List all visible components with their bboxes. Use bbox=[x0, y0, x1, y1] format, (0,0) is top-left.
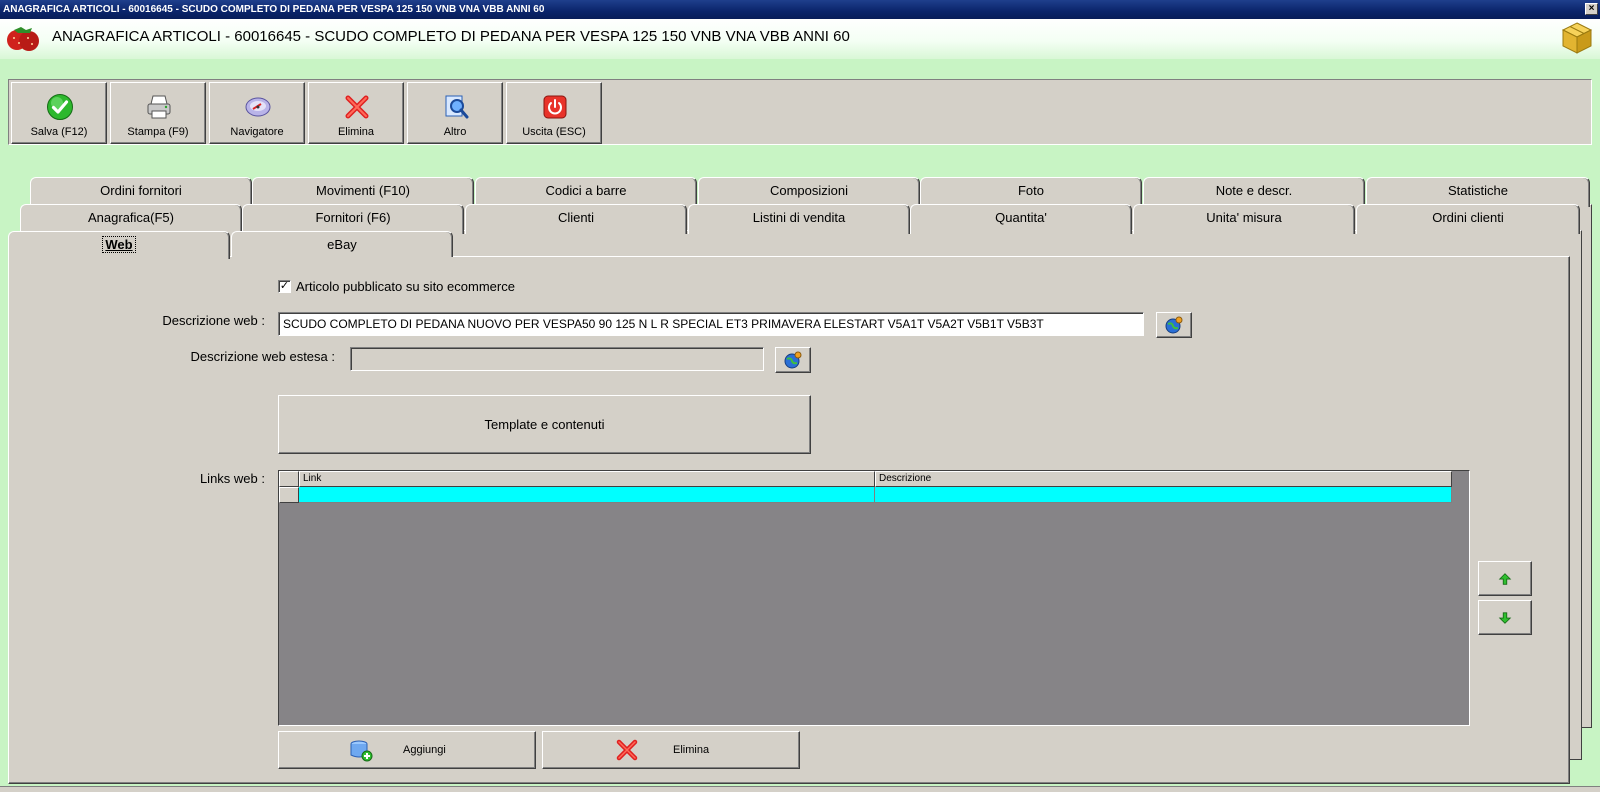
navigator-icon bbox=[245, 97, 271, 117]
save-button[interactable]: Salva (F12) bbox=[11, 82, 107, 144]
other-button-label: Altro bbox=[443, 126, 467, 138]
descr-web-ext-field[interactable] bbox=[350, 347, 764, 371]
tab-label: Listini di vendita bbox=[752, 210, 846, 225]
tab-label: Ordini clienti bbox=[1432, 210, 1504, 225]
descr-web-field[interactable]: SCUDO COMPLETO DI PEDANA NUOVO PER VESPA… bbox=[278, 312, 1144, 336]
tab-movimenti[interactable]: Movimenti (F10) bbox=[252, 177, 474, 207]
check-icon bbox=[47, 94, 73, 120]
tab-ordini-clienti[interactable]: Ordini clienti bbox=[1356, 204, 1580, 234]
tab-foto[interactable]: Foto bbox=[920, 177, 1142, 207]
window-titlebar: ANAGRAFICA ARTICOLI - 60016645 - SCUDO C… bbox=[0, 0, 1600, 19]
links-web-label: Links web : bbox=[199, 471, 265, 486]
published-checkbox[interactable]: ✓ bbox=[278, 280, 291, 293]
grid-cell-link[interactable] bbox=[299, 487, 875, 503]
tab-composizioni[interactable]: Composizioni bbox=[698, 177, 920, 207]
globe-icon bbox=[1165, 316, 1183, 334]
tab-label: Foto bbox=[1017, 183, 1044, 198]
tab-label: Note e descr. bbox=[1215, 183, 1293, 198]
tab-unita-misura[interactable]: Unita' misura bbox=[1133, 204, 1355, 234]
globe-icon bbox=[784, 351, 802, 369]
arrow-down-icon bbox=[1498, 612, 1512, 624]
published-label: Articolo pubblicato su sito ecommerce bbox=[296, 279, 515, 294]
tab-note-e-descr[interactable]: Note e descr. bbox=[1143, 177, 1365, 207]
tab-clienti[interactable]: Clienti bbox=[465, 204, 687, 234]
delete-button-label: Elimina bbox=[337, 126, 375, 138]
tab-listini-di-vendita[interactable]: Listini di vendita bbox=[688, 204, 910, 234]
tab-label: eBay bbox=[327, 237, 357, 252]
page-title: ANAGRAFICA ARTICOLI - 60016645 - SCUDO C… bbox=[52, 28, 850, 45]
tab-label: Web bbox=[102, 236, 136, 253]
tab-label: Fornitori (F6) bbox=[315, 210, 391, 225]
close-icon[interactable]: × bbox=[1585, 3, 1598, 15]
descr-web-label: Descrizione web : bbox=[162, 313, 265, 328]
package-cube-icon[interactable] bbox=[1560, 21, 1594, 55]
strawberry-logo-icon bbox=[7, 27, 39, 51]
tab-ebay[interactable]: eBay bbox=[231, 231, 453, 257]
search-doc-icon bbox=[445, 95, 469, 119]
tab-web[interactable]: Web bbox=[8, 231, 230, 259]
print-button-label: Stampa (F9) bbox=[127, 126, 189, 138]
exit-button[interactable]: Uscita (ESC) bbox=[506, 82, 602, 144]
delete-link-button[interactable]: Elimina bbox=[542, 731, 800, 769]
delete-x-icon bbox=[345, 95, 369, 119]
tab-label: Quantita' bbox=[995, 210, 1047, 225]
save-button-label: Salva (F12) bbox=[30, 126, 88, 138]
exit-button-label: Uscita (ESC) bbox=[522, 126, 586, 138]
tab-label: Statistiche bbox=[1448, 183, 1508, 198]
tab-label: Movimenti (F10) bbox=[316, 183, 410, 198]
grid-cell-descrizione[interactable] bbox=[875, 487, 1452, 503]
links-web-grid[interactable]: Link Descrizione bbox=[278, 470, 1470, 726]
tab-quantita[interactable]: Quantita' bbox=[910, 204, 1132, 234]
delete-button[interactable]: Elimina bbox=[308, 82, 404, 144]
tab-label: Codici a barre bbox=[545, 183, 627, 198]
tab-codici-a-barre[interactable]: Codici a barre bbox=[475, 177, 697, 207]
tab-fornitori[interactable]: Fornitori (F6) bbox=[242, 204, 464, 234]
power-icon bbox=[543, 95, 567, 119]
other-button[interactable]: Altro bbox=[407, 82, 503, 144]
descr-web-ext-globe-button[interactable] bbox=[775, 347, 811, 373]
tab-anagrafica[interactable]: Anagrafica(F5) bbox=[20, 204, 242, 234]
tab-label: Clienti bbox=[557, 210, 595, 225]
toolbar: Salva (F12) Stampa (F9) Navigatore Elimi… bbox=[8, 79, 1592, 145]
template-contents-button[interactable]: Template e contenuti bbox=[278, 395, 811, 454]
window-title-text: ANAGRAFICA ARTICOLI - 60016645 - SCUDO C… bbox=[3, 4, 545, 15]
tab-statistiche[interactable]: Statistiche bbox=[1366, 177, 1590, 207]
arrow-up-icon bbox=[1498, 573, 1512, 585]
status-bar bbox=[0, 786, 1600, 792]
form-header: ANAGRAFICA ARTICOLI - 60016645 - SCUDO C… bbox=[0, 19, 1600, 59]
delete-x-icon bbox=[616, 739, 638, 761]
grid-header-link[interactable]: Link bbox=[299, 471, 875, 487]
grid-header-descrizione[interactable]: Descrizione bbox=[875, 471, 1452, 487]
delete-link-label: Elimina bbox=[673, 744, 710, 756]
grid-corner-header bbox=[279, 471, 299, 487]
descr-web-globe-button[interactable] bbox=[1156, 312, 1192, 338]
grid-row-indicator[interactable] bbox=[279, 487, 299, 503]
add-link-label: Aggiungi bbox=[403, 744, 446, 756]
navigator-button-label: Navigatore bbox=[230, 126, 284, 138]
move-down-button[interactable] bbox=[1478, 600, 1532, 635]
tab-ordini-fornitori[interactable]: Ordini fornitori bbox=[30, 177, 252, 207]
add-link-button[interactable]: Aggiungi bbox=[278, 731, 536, 769]
move-up-button[interactable] bbox=[1478, 561, 1532, 596]
print-button[interactable]: Stampa (F9) bbox=[110, 82, 206, 144]
tab-label: Ordini fornitori bbox=[100, 183, 182, 198]
tab-label: Anagrafica(F5) bbox=[88, 210, 174, 225]
add-database-icon bbox=[350, 740, 373, 762]
navigator-button[interactable]: Navigatore bbox=[209, 82, 305, 144]
tab-label: Unita' misura bbox=[1206, 210, 1282, 225]
descr-web-ext-label: Descrizione web estesa : bbox=[190, 349, 335, 364]
tab-label: Composizioni bbox=[769, 183, 849, 198]
printer-icon bbox=[147, 95, 171, 119]
